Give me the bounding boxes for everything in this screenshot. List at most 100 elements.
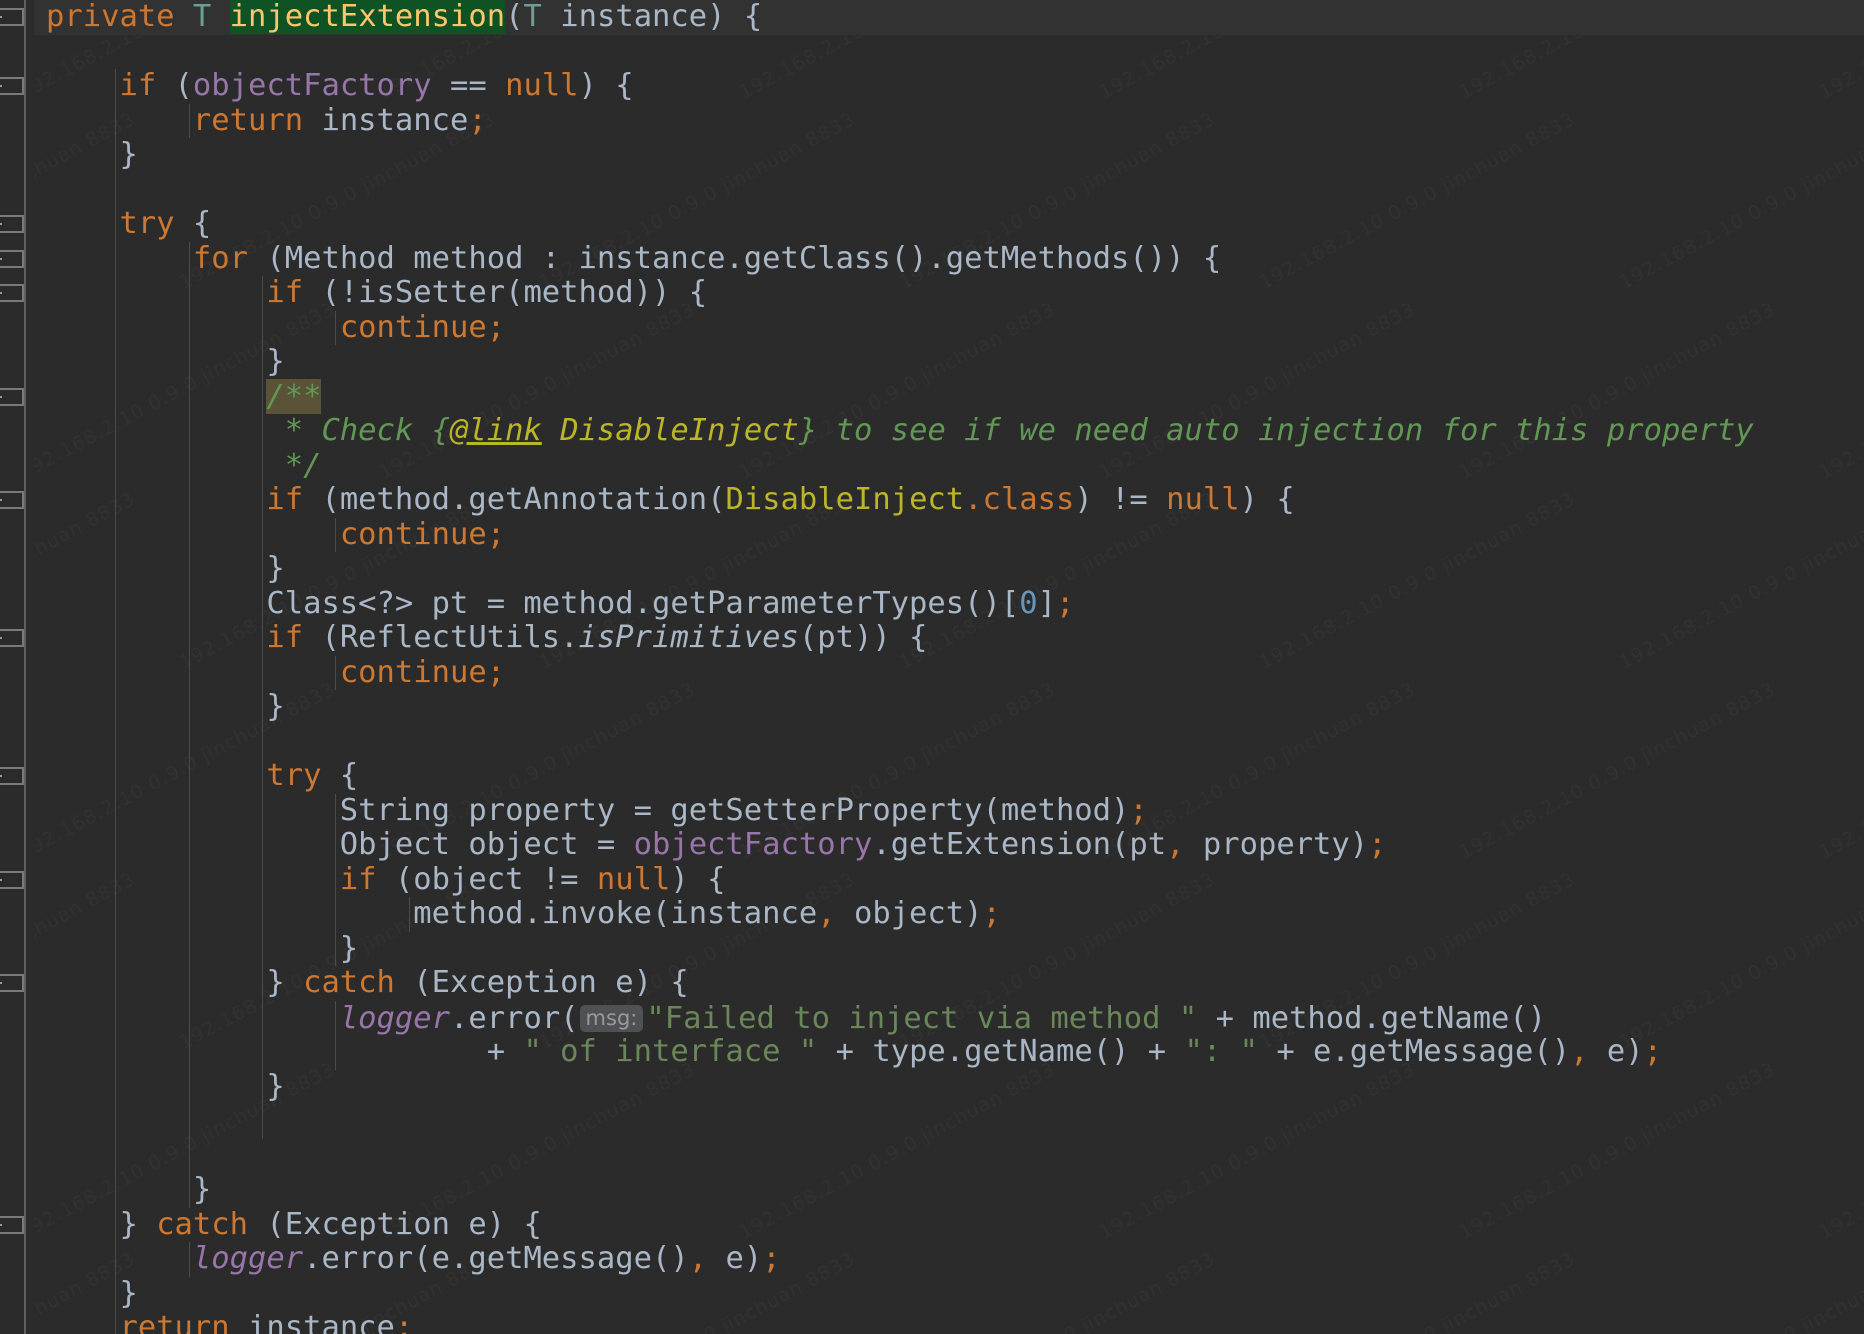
java-keyword: continue — [339, 516, 487, 552]
code-line[interactable]: } — [0, 137, 1864, 173]
code-token: ; — [468, 102, 487, 138]
code-line[interactable]: } — [0, 551, 1864, 587]
caret-word-highlight: injectExtension — [229, 0, 506, 34]
java-keyword: return — [192, 102, 304, 138]
java-keyword: try — [266, 758, 322, 793]
code-line[interactable]: Object object = objectFactory.getExtensi… — [0, 827, 1864, 863]
code-token: ) != — [1074, 482, 1167, 517]
code-line[interactable]: } catch (Exception e) { — [0, 965, 1864, 1001]
code-token: ( — [156, 68, 193, 103]
java-keyword: return — [119, 1310, 230, 1334]
code-line[interactable]: private T injectExtension(T instance) { — [0, 0, 1864, 35]
fold-toggle-icon[interactable] — [0, 629, 24, 647]
code-token: (ReflectUtils. — [303, 620, 579, 655]
code-token: logger — [339, 1000, 450, 1036]
code-line[interactable]: } — [0, 689, 1864, 725]
code-line[interactable]: continue; — [0, 516, 1864, 552]
code-line[interactable]: if (method.getAnnotation(DisableInject.c… — [0, 482, 1864, 518]
code-line[interactable] — [0, 172, 1864, 207]
fold-toggle-icon[interactable] — [0, 249, 24, 268]
code-line[interactable]: Class<?> pt = method.getParameterTypes()… — [0, 586, 1864, 621]
code-line[interactable]: /** — [0, 378, 1864, 414]
code-token: instance) { — [541, 0, 763, 34]
fold-toggle-icon[interactable] — [0, 387, 24, 406]
code-line[interactable]: continue; — [0, 309, 1864, 345]
code-line[interactable]: return instance; — [0, 1310, 1864, 1334]
code-line[interactable]: if (objectFactory == null) { — [0, 68, 1864, 104]
code-token: , — [1570, 1034, 1589, 1069]
code-line[interactable]: + " of interface " + type.getName() + ":… — [0, 1034, 1864, 1070]
code-line[interactable]: } — [0, 1069, 1864, 1104]
code-token: ; — [486, 516, 506, 552]
code-token: ; — [1368, 827, 1387, 862]
code-editor[interactable]: 192.168.2.10 0.9.0 jinchuan 8833192.168.… — [0, 0, 1864, 1334]
code-token: e) — [707, 1241, 763, 1276]
code-line[interactable] — [0, 35, 1864, 70]
code-line[interactable]: } — [0, 344, 1864, 380]
code-line[interactable]: try { — [0, 206, 1864, 242]
javadoc-text — [542, 413, 560, 448]
inlay-parameter-hint: msg: — [579, 1004, 644, 1032]
fold-toggle-icon[interactable] — [0, 767, 24, 785]
code-line[interactable]: logger.error(msg: "Failed to inject via m… — [0, 1000, 1864, 1036]
code-line[interactable]: logger.error(e.getMessage(), e); — [0, 1241, 1864, 1277]
fold-toggle-icon[interactable] — [0, 8, 24, 26]
code-line[interactable]: */ — [0, 448, 1864, 483]
fold-toggle-icon[interactable] — [0, 1215, 24, 1234]
java-keyword: null — [1166, 482, 1240, 517]
code-line[interactable]: for (Method method : instance.getClass()… — [0, 240, 1864, 276]
editor-gutter-fold-ribbon[interactable] — [0, 0, 34, 1334]
code-line[interactable]: } — [0, 931, 1864, 966]
fold-toggle-icon[interactable] — [0, 77, 24, 95]
code-line[interactable]: try { — [0, 758, 1864, 794]
code-token: + type.getName() + — [817, 1034, 1185, 1069]
code-line[interactable]: * Check {@link DisableInject} to see if … — [0, 413, 1864, 449]
java-keyword: continue — [339, 309, 487, 345]
code-line[interactable]: continue; — [0, 654, 1864, 690]
code-line[interactable]: String property = getSetterProperty(meth… — [0, 793, 1864, 828]
code-token: } — [46, 1206, 157, 1242]
indent-guide — [115, 1138, 117, 1173]
code-token: } — [46, 137, 138, 172]
code-line[interactable]: method.invoke(instance, object); — [0, 896, 1864, 932]
code-token: isPrimitives — [578, 620, 799, 655]
code-token: instance — [229, 1310, 395, 1334]
code-line[interactable]: return instance; — [0, 102, 1864, 138]
java-keyword: for — [192, 240, 248, 276]
code-line[interactable]: if (object != null) { — [0, 861, 1864, 897]
code-line[interactable] — [0, 1138, 1864, 1173]
code-token: } — [46, 551, 285, 586]
code-token: ; — [486, 654, 506, 690]
fold-toggle-icon[interactable] — [0, 870, 24, 889]
code-token: } — [46, 1275, 138, 1311]
code-line[interactable]: if (!isSetter(method)) { — [0, 275, 1864, 311]
code-token: Object object = — [46, 827, 634, 862]
java-keyword: null — [596, 861, 671, 897]
code-line[interactable]: } — [0, 1275, 1864, 1311]
code-content[interactable]: private T injectExtension(T instance) { … — [0, 0, 1864, 1334]
code-line[interactable]: if (ReflectUtils.isPrimitives(pt)) { — [0, 620, 1864, 656]
code-line[interactable] — [0, 1104, 1864, 1139]
code-line[interactable]: } — [0, 1172, 1864, 1208]
fold-toggle-icon[interactable] — [0, 215, 24, 233]
code-line[interactable]: } catch (Exception e) { — [0, 1206, 1864, 1242]
fold-toggle-icon[interactable] — [0, 491, 24, 509]
fold-toggle-icon[interactable] — [0, 974, 24, 992]
code-token: T — [192, 0, 212, 34]
indent-guide — [115, 1104, 117, 1139]
code-token: (method.getAnnotation( — [303, 482, 726, 517]
code-token: logger — [192, 1241, 304, 1276]
fold-toggle-icon[interactable] — [0, 284, 24, 302]
code-token: .error( — [450, 1000, 579, 1036]
javadoc-text: } to see if we need auto injection for t… — [798, 413, 1754, 448]
java-keyword: if — [266, 620, 304, 655]
code-line[interactable] — [0, 724, 1864, 759]
